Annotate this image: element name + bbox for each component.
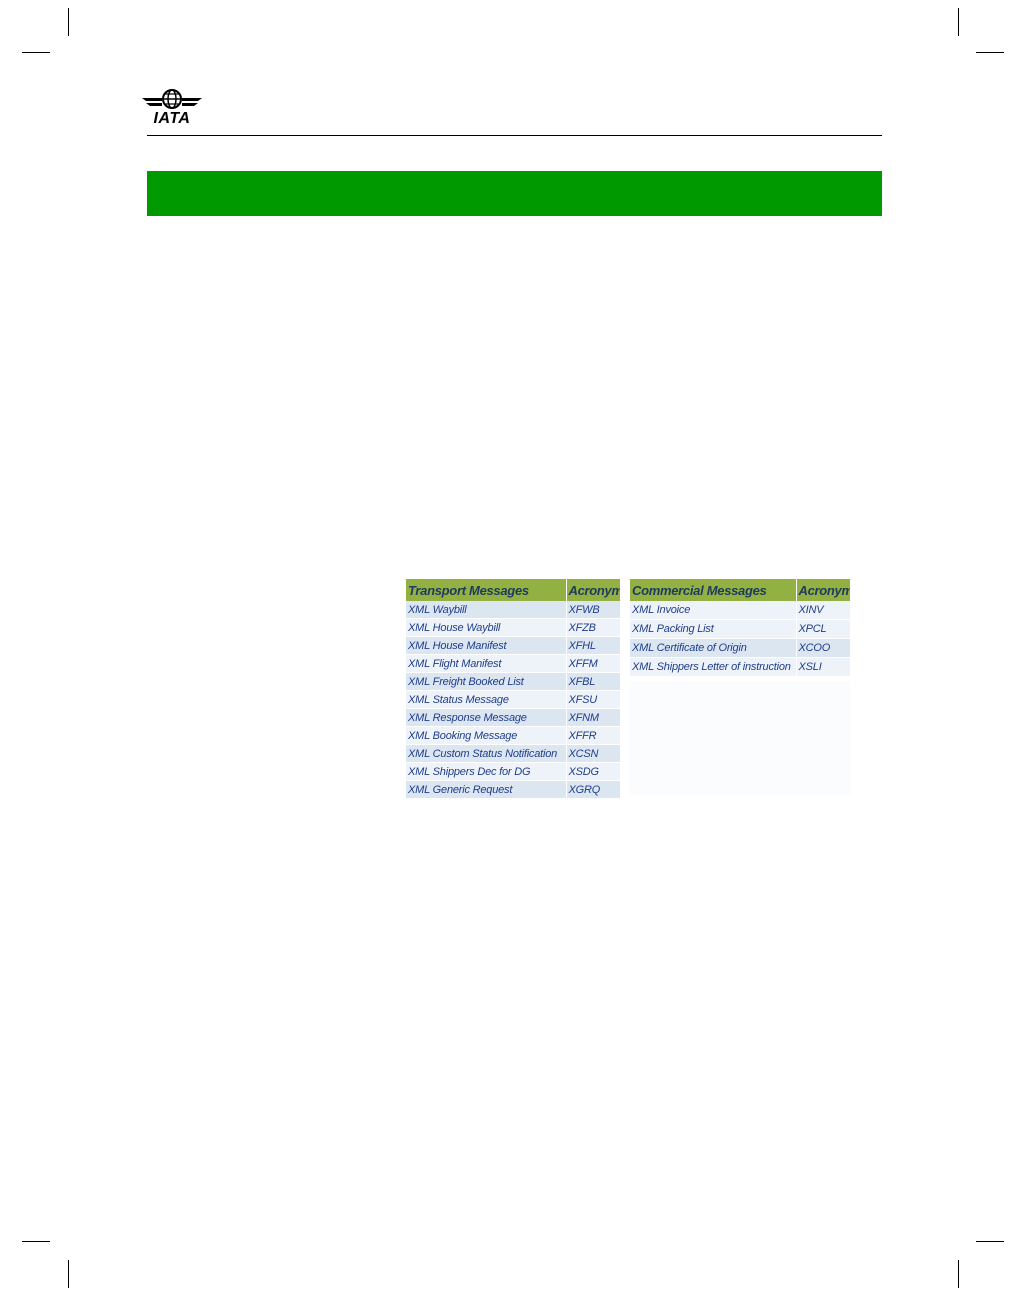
message-name: XML Flight Manifest (406, 654, 566, 673)
message-name: XML Booking Message (406, 726, 566, 745)
message-name: XML Packing List (630, 619, 796, 639)
commercial-messages-table: Commercial Messages Acronym XML Invoice X… (630, 579, 850, 677)
message-acronym: XINV (795, 601, 850, 620)
message-name: XML Status Message (406, 690, 566, 709)
message-acronym: XGRQ (565, 780, 620, 799)
crop-mark (958, 1260, 959, 1288)
table-row: XML Response Message XFNM (406, 708, 620, 727)
crop-mark (22, 52, 50, 53)
iata-logo: IATA (140, 88, 204, 130)
table-header-row: Commercial Messages Acronym (630, 579, 850, 601)
message-acronym: XFZB (565, 618, 620, 637)
message-acronym: XSLI (795, 657, 850, 677)
crop-mark (958, 8, 959, 36)
header-rule (147, 135, 882, 136)
message-acronym: XCOO (795, 638, 850, 658)
message-acronym: XFFR (565, 726, 620, 745)
table-row: XML Custom Status Notification XCSN (406, 744, 620, 763)
table-header-row: Transport Messages Acronym (406, 579, 620, 601)
table-row: XML Booking Message XFFR (406, 726, 620, 745)
table-row: XML Status Message XFSU (406, 690, 620, 709)
table-row: XML Flight Manifest XFFM (406, 654, 620, 673)
message-acronym: XSDG (565, 762, 620, 781)
table-empty-area (630, 681, 850, 795)
crop-mark (68, 8, 69, 36)
table-row: XML Generic Request XGRQ (406, 780, 620, 799)
crop-mark (22, 1241, 50, 1242)
message-name: XML House Waybill (406, 618, 566, 637)
message-name: XML House Manifest (406, 636, 566, 655)
message-name: XML Invoice (630, 601, 796, 620)
message-name: XML Freight Booked List (406, 672, 566, 691)
crop-mark (976, 52, 1004, 53)
message-acronym: XCSN (565, 744, 620, 763)
message-acronym: XFSU (565, 690, 620, 709)
message-name: XML Certificate of Origin (630, 638, 796, 658)
table-row: XML House Manifest XFHL (406, 636, 620, 655)
table-row: XML Waybill XFWB (406, 601, 620, 619)
section-title-band (147, 171, 882, 216)
message-acronym: XFHL (565, 636, 620, 655)
table-row: XML Invoice XINV (630, 601, 850, 620)
crop-mark (976, 1241, 1004, 1242)
table-row: XML Packing List XPCL (630, 619, 850, 639)
logo-text: IATA (153, 110, 191, 127)
message-acronym: XFBL (565, 672, 620, 691)
table-row: XML House Waybill XFZB (406, 618, 620, 637)
table-row: XML Certificate of Origin XCOO (630, 638, 850, 658)
table-row: XML Shippers Letter of instruction XSLI (630, 657, 850, 677)
transport-messages-table: Transport Messages Acronym XML Waybill XF… (406, 579, 620, 799)
column-header-commercial-messages: Commercial Messages (630, 579, 796, 601)
message-acronym: XFFM (565, 654, 620, 673)
column-header-transport-messages: Transport Messages (406, 579, 566, 601)
message-name: XML Custom Status Notification (406, 744, 566, 763)
message-acronym: XFWB (565, 601, 620, 619)
message-acronym: XFNM (565, 708, 620, 727)
message-name: XML Shippers Dec for DG (406, 762, 566, 781)
crop-mark (68, 1260, 69, 1288)
table-row: XML Shippers Dec for DG XSDG (406, 762, 620, 781)
message-acronym: XPCL (795, 619, 850, 639)
column-header-acronym: Acronym (795, 579, 850, 601)
column-header-acronym: Acronym (565, 579, 620, 601)
message-name: XML Generic Request (406, 780, 566, 799)
message-name: XML Waybill (406, 601, 566, 619)
message-name: XML Response Message (406, 708, 566, 727)
message-name: XML Shippers Letter of instruction (630, 657, 796, 677)
globe-wings-icon (142, 89, 202, 109)
table-row: XML Freight Booked List XFBL (406, 672, 620, 691)
